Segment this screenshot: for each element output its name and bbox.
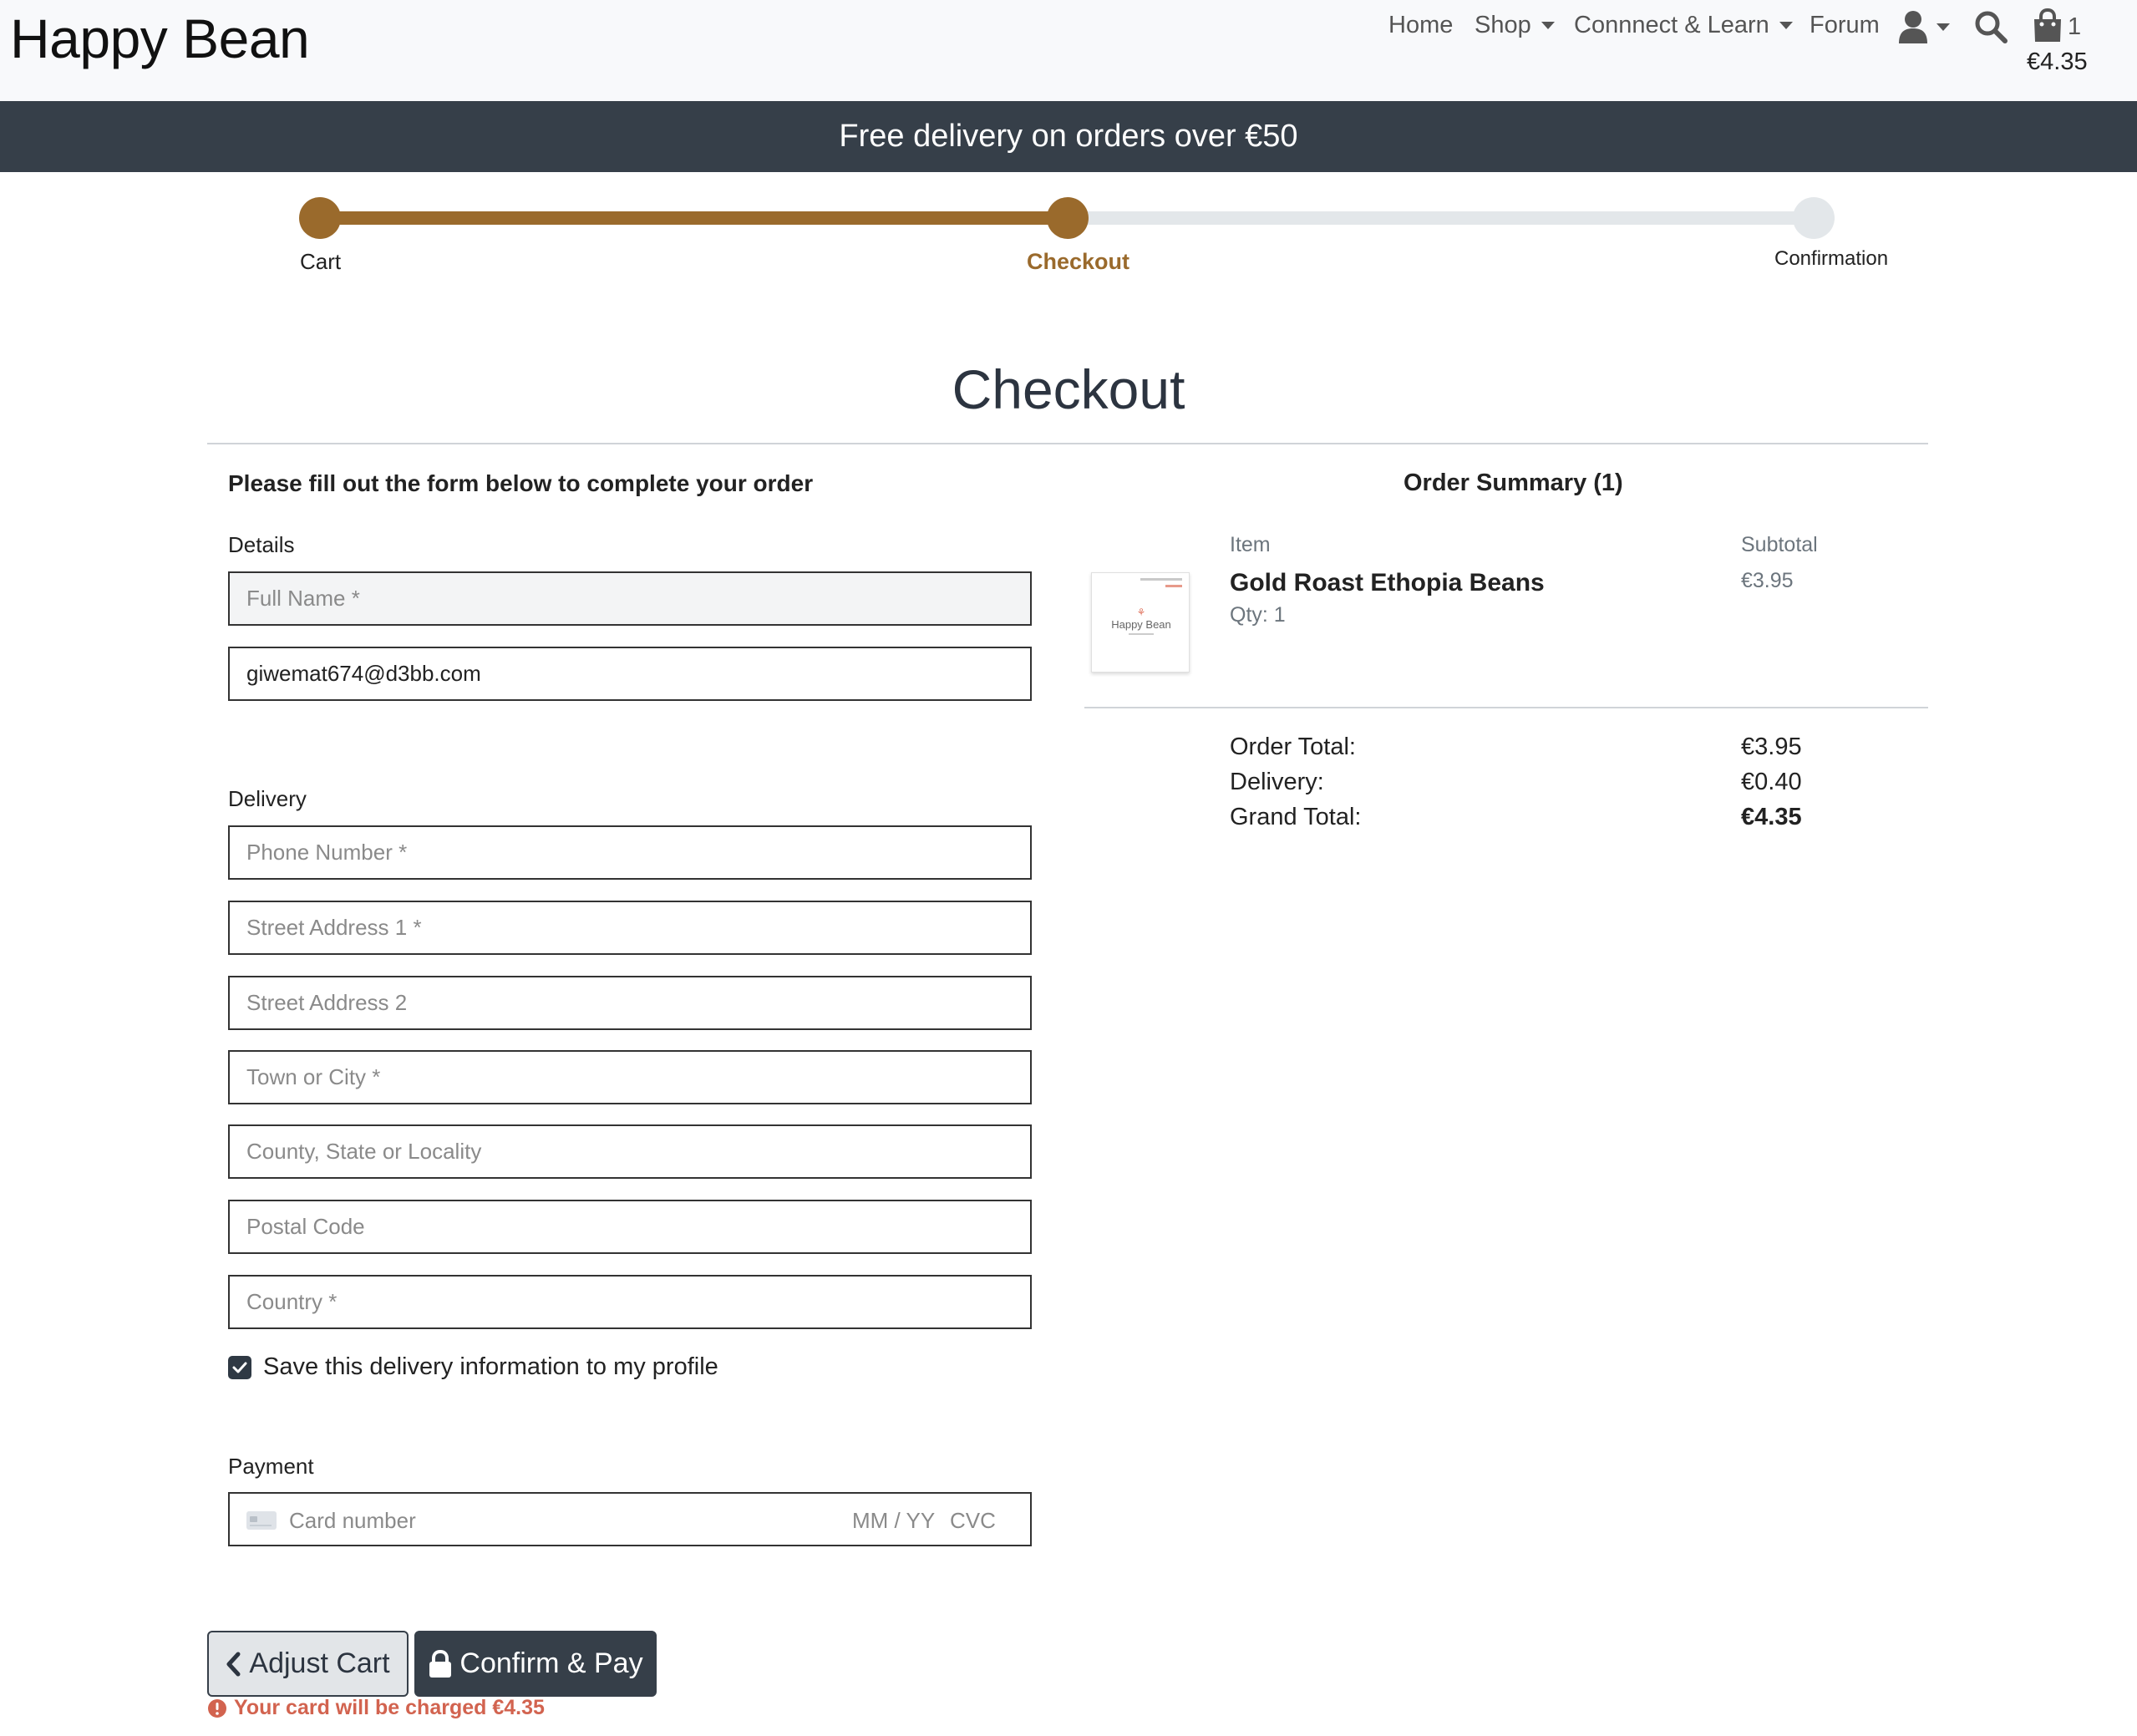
thumbnail-logo: Happy Bean [1111, 618, 1171, 631]
county-field[interactable] [228, 1124, 1032, 1179]
nav-shop[interactable]: Shop [1475, 12, 1555, 39]
charge-notice: Your card will be charged €4.35 [207, 1696, 545, 1720]
search-icon [1975, 11, 2008, 43]
nav-forum[interactable]: Forum [1810, 12, 1880, 39]
street-address-1-field[interactable] [228, 901, 1032, 955]
checkmark-icon [232, 1362, 247, 1373]
town-city-field[interactable] [228, 1050, 1032, 1104]
thumbnail-decoration [1140, 578, 1182, 581]
step-label-cart: Cart [300, 249, 342, 274]
title-divider [207, 443, 1928, 444]
user-icon [1899, 11, 1927, 43]
card-number-placeholder[interactable]: Card number [289, 1508, 416, 1534]
cart-total[interactable]: €4.35 [2027, 48, 2088, 76]
confirm-pay-label: Confirm & Pay [459, 1647, 643, 1679]
step-label-confirmation: Confirmation [1774, 247, 1889, 270]
nav-forum-label: Forum [1810, 12, 1880, 38]
adjust-cart-button[interactable]: Adjust Cart [207, 1631, 409, 1697]
credit-card-icon [246, 1511, 277, 1530]
delivery-banner-text: Free delivery on orders over €50 [839, 119, 1298, 154]
product-thumbnail[interactable]: ⚘ Happy Bean [1091, 572, 1190, 673]
nav-connect-learn[interactable]: Connnect & Learn [1574, 12, 1793, 39]
nav-home-label: Home [1388, 12, 1454, 38]
summary-divider [1084, 707, 1928, 708]
card-element[interactable]: Card number MM / YY CVC [228, 1492, 1032, 1546]
chevron-down-icon [1779, 22, 1793, 29]
chevron-down-icon [1541, 22, 1555, 29]
chevron-down-icon [1936, 23, 1950, 31]
delivery-banner: Free delivery on orders over €50 [0, 101, 2137, 172]
nav-shop-label: Shop [1475, 12, 1531, 38]
payment-label: Payment [228, 1454, 314, 1479]
adjust-cart-label: Adjust Cart [249, 1647, 390, 1679]
order-total-label: Order Total: [1230, 733, 1356, 760]
progress-track-remaining [1068, 211, 1835, 225]
thumbnail-decoration [1165, 585, 1182, 587]
progress-dot-cart [299, 197, 341, 239]
lock-icon [429, 1649, 452, 1678]
delivery-cost-label: Delivery: [1230, 769, 1324, 795]
postal-code-field[interactable] [228, 1200, 1032, 1254]
item-qty: Qty: 1 [1230, 603, 1286, 627]
delivery-label: Delivery [228, 786, 307, 811]
grand-total-value: €4.35 [1741, 804, 1802, 830]
confirm-pay-button[interactable]: Confirm & Pay [414, 1631, 657, 1697]
page-title: Checkout [952, 358, 1185, 420]
thumbnail-leaf-icon: ⚘ [1136, 607, 1146, 618]
nav-connect-label: Connnect & Learn [1574, 12, 1769, 38]
summary-col-subtotal: Subtotal [1741, 533, 1818, 556]
phone-field[interactable] [228, 825, 1032, 880]
nav-home[interactable]: Home [1388, 12, 1453, 39]
order-total-value: €3.95 [1741, 733, 1802, 760]
chevron-left-icon [226, 1652, 241, 1676]
card-expiry-placeholder[interactable]: MM / YY [852, 1508, 935, 1534]
save-info-checkbox[interactable] [228, 1356, 251, 1379]
charge-notice-text: Your card will be charged €4.35 [234, 1696, 545, 1719]
step-label-checkout: Checkout [1027, 249, 1130, 274]
item-name: Gold Roast Ethopia Beans [1230, 569, 1545, 596]
save-info-label[interactable]: Save this delivery information to my pro… [263, 1353, 718, 1381]
form-intro: Please fill out the form below to comple… [228, 470, 814, 496]
card-cvc-placeholder[interactable]: CVC [950, 1508, 996, 1534]
grand-total-label: Grand Total: [1230, 804, 1362, 830]
item-subtotal: €3.95 [1741, 569, 1794, 592]
progress-track-complete [320, 211, 1068, 225]
email-field[interactable] [228, 647, 1032, 701]
search-button[interactable] [1974, 10, 2008, 48]
delivery-cost-value: €0.40 [1741, 769, 1802, 795]
full-name-field[interactable] [228, 571, 1032, 626]
cart-button[interactable] [2033, 8, 2063, 48]
details-label: Details [228, 532, 295, 557]
navbar: Happy Bean Home Shop Connnect & Learn Fo… [0, 0, 2137, 101]
thumbnail-decoration [1129, 633, 1154, 635]
progress-dot-confirmation [1793, 197, 1835, 239]
order-summary-title: Order Summary (1) [1404, 470, 1623, 496]
brand-logo[interactable]: Happy Bean [10, 7, 310, 70]
country-field[interactable] [228, 1275, 1032, 1329]
summary-col-item: Item [1230, 533, 1271, 556]
progress-dot-checkout [1047, 197, 1089, 239]
account-menu[interactable] [1898, 10, 1950, 43]
shopping-bag-icon [2034, 8, 2061, 42]
street-address-2-field[interactable] [228, 976, 1032, 1030]
cart-count[interactable]: 1 [2068, 13, 2081, 41]
exclamation-circle-icon [208, 1698, 226, 1718]
